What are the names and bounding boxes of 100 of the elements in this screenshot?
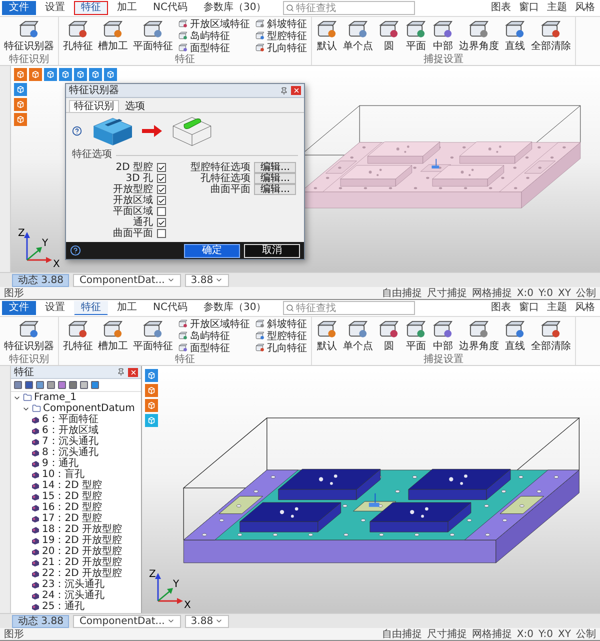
ribbon-button[interactable]: 孔向特征 bbox=[254, 42, 308, 54]
cancel-button[interactable]: 取消 bbox=[244, 244, 300, 258]
ribbon-button[interactable]: 面型特征 bbox=[177, 342, 251, 354]
view-button[interactable] bbox=[89, 68, 102, 81]
view-button[interactable] bbox=[145, 399, 158, 412]
view-button[interactable] bbox=[104, 68, 117, 81]
search-field[interactable]: 特征查找 bbox=[283, 301, 416, 316]
tree-item[interactable]: 17：2D 型腔 bbox=[42, 513, 102, 524]
ribbon-tab[interactable]: 设置 bbox=[38, 1, 72, 15]
tree-item[interactable]: 18：2D 开放型腔 bbox=[42, 524, 122, 536]
ribbon-button[interactable]: 直线 bbox=[503, 18, 527, 53]
ribbon-button[interactable]: 默认 bbox=[315, 18, 339, 53]
help-icon[interactable] bbox=[70, 245, 81, 256]
ribbon-button[interactable]: 特征识别器 bbox=[3, 18, 55, 53]
ribbon-button[interactable]: 面型特征 bbox=[177, 42, 251, 54]
ribbon-button[interactable]: 全部清除 bbox=[530, 318, 572, 354]
ribbon-button[interactable]: 槽加工 bbox=[97, 318, 129, 354]
ribbon-button[interactable]: 孔特征 bbox=[62, 318, 94, 354]
checkbox[interactable] bbox=[157, 174, 166, 183]
ribbon-tab[interactable]: 加工 bbox=[110, 301, 144, 316]
document-tab[interactable]: 3.88 bbox=[184, 614, 230, 628]
ribbon-tab[interactable]: 参数库（30） bbox=[196, 301, 274, 316]
document-tab[interactable]: 3.88 bbox=[184, 274, 230, 287]
help-icon[interactable] bbox=[72, 126, 82, 136]
ribbon-tab[interactable]: 设置 bbox=[38, 301, 72, 316]
view-button[interactable] bbox=[145, 384, 158, 398]
ribbon-button[interactable]: 特征识别器 bbox=[3, 318, 55, 354]
ribbon-tab[interactable]: 参数库（30） bbox=[196, 1, 274, 15]
ribbon-button[interactable]: 孔特征 bbox=[62, 18, 94, 53]
document-tab[interactable]: 动态 3.88 bbox=[12, 614, 70, 628]
ribbon-button[interactable]: 边界角度 bbox=[458, 318, 500, 354]
ribbon-button[interactable]: 平面 bbox=[404, 318, 428, 354]
tree-item[interactable]: 23：沉头通孔 bbox=[42, 579, 105, 590]
ribbon-tab[interactable]: NC代码 bbox=[146, 301, 194, 316]
pin-icon[interactable] bbox=[117, 368, 125, 376]
tree-item[interactable]: 6：开放区域 bbox=[42, 425, 98, 436]
checkbox[interactable] bbox=[157, 218, 166, 227]
ribbon-button[interactable]: 型腔特征 bbox=[254, 30, 308, 42]
ribbon-tab[interactable]: 加工 bbox=[110, 1, 144, 15]
search-field[interactable]: 特征查找 bbox=[283, 1, 416, 15]
checkbox[interactable] bbox=[157, 185, 166, 194]
pin-icon[interactable] bbox=[280, 86, 288, 94]
tree-item[interactable]: 16：2D 型腔 bbox=[42, 502, 102, 514]
tree-item[interactable]: 14：2D 型腔 bbox=[42, 480, 102, 492]
menu-item[interactable]: 窗口 bbox=[516, 2, 542, 14]
edit-button[interactable]: 编辑... bbox=[254, 173, 296, 184]
menu-item[interactable]: 图表 bbox=[488, 2, 514, 14]
ribbon-button[interactable]: 斜坡特征 bbox=[254, 318, 308, 330]
document-tab[interactable]: 动态 3.88 bbox=[12, 274, 70, 287]
checkbox[interactable] bbox=[157, 163, 166, 172]
checkbox[interactable] bbox=[157, 207, 166, 216]
tree-item[interactable]: 22：2D 开放型腔 bbox=[42, 568, 122, 580]
tree-item[interactable]: 15：2D 型腔 bbox=[42, 491, 102, 502]
ribbon-button[interactable]: 直线 bbox=[503, 318, 527, 354]
view-button[interactable] bbox=[14, 68, 27, 81]
menu-item[interactable]: 风格 bbox=[572, 302, 598, 314]
ribbon-button[interactable]: 开放区域特征 bbox=[177, 318, 251, 330]
view-button[interactable] bbox=[14, 98, 27, 111]
menu-item[interactable]: 风格 bbox=[572, 2, 598, 14]
checkbox[interactable] bbox=[157, 196, 166, 205]
ribbon-button[interactable]: 单个点 bbox=[342, 18, 374, 53]
view-button[interactable] bbox=[145, 369, 158, 382]
ribbon-button[interactable]: 平面 bbox=[404, 18, 428, 53]
view-button[interactable] bbox=[14, 113, 27, 126]
ribbon-button[interactable]: 圆 bbox=[377, 318, 401, 354]
ribbon-button[interactable]: 全部清除 bbox=[530, 18, 572, 53]
ribbon-button[interactable]: 圆 bbox=[377, 18, 401, 53]
ribbon-tab[interactable]: NC代码 bbox=[146, 1, 194, 15]
dialog-tab[interactable]: 特征识别 bbox=[69, 100, 119, 112]
ribbon-button[interactable]: 槽加工 bbox=[97, 18, 129, 53]
close-button[interactable] bbox=[291, 86, 301, 95]
tree-item[interactable]: 8：沉头通孔 bbox=[42, 447, 98, 458]
file-menu-button[interactable]: 文件 bbox=[2, 301, 36, 316]
ribbon-button[interactable]: 孔向特征 bbox=[254, 342, 308, 354]
tree-item[interactable]: 10：盲孔 bbox=[42, 469, 85, 480]
ribbon-button[interactable]: 单个点 bbox=[342, 318, 374, 354]
ok-button[interactable]: 确定 bbox=[184, 244, 240, 258]
view-button[interactable] bbox=[44, 68, 57, 81]
tree-item[interactable]: 7：沉头通孔 bbox=[42, 436, 98, 448]
ribbon-button[interactable]: 平面特征 bbox=[132, 18, 174, 53]
checkbox[interactable] bbox=[157, 229, 166, 238]
ribbon-button[interactable]: 中部 bbox=[431, 318, 455, 354]
dialog-tab[interactable]: 选项 bbox=[120, 100, 150, 112]
menu-item[interactable]: 主题 bbox=[544, 2, 570, 14]
ribbon-button[interactable]: 斜坡特征 bbox=[254, 18, 308, 30]
menu-item[interactable]: 图表 bbox=[488, 302, 514, 314]
ribbon-button[interactable]: 中部 bbox=[431, 18, 455, 53]
ribbon-button[interactable]: 岛屿特征 bbox=[177, 330, 251, 342]
tree-item[interactable]: 19：2D 开放型腔 bbox=[42, 535, 122, 546]
menu-item[interactable]: 主题 bbox=[544, 302, 570, 314]
ribbon-button[interactable]: 默认 bbox=[315, 318, 339, 354]
edit-button[interactable]: 编辑... bbox=[254, 162, 296, 173]
tree-item[interactable]: Frame_1 bbox=[34, 392, 77, 404]
ribbon-button[interactable]: 型腔特征 bbox=[254, 330, 308, 342]
tree-item[interactable]: 24：沉头通孔 bbox=[42, 590, 105, 602]
ribbon-tab[interactable]: 特征 bbox=[74, 301, 108, 316]
ribbon-button[interactable]: 岛屿特征 bbox=[177, 30, 251, 42]
view-button[interactable] bbox=[74, 68, 87, 81]
tree-item[interactable]: 21：2D 开放型腔 bbox=[42, 557, 122, 568]
view-button[interactable] bbox=[14, 83, 27, 96]
